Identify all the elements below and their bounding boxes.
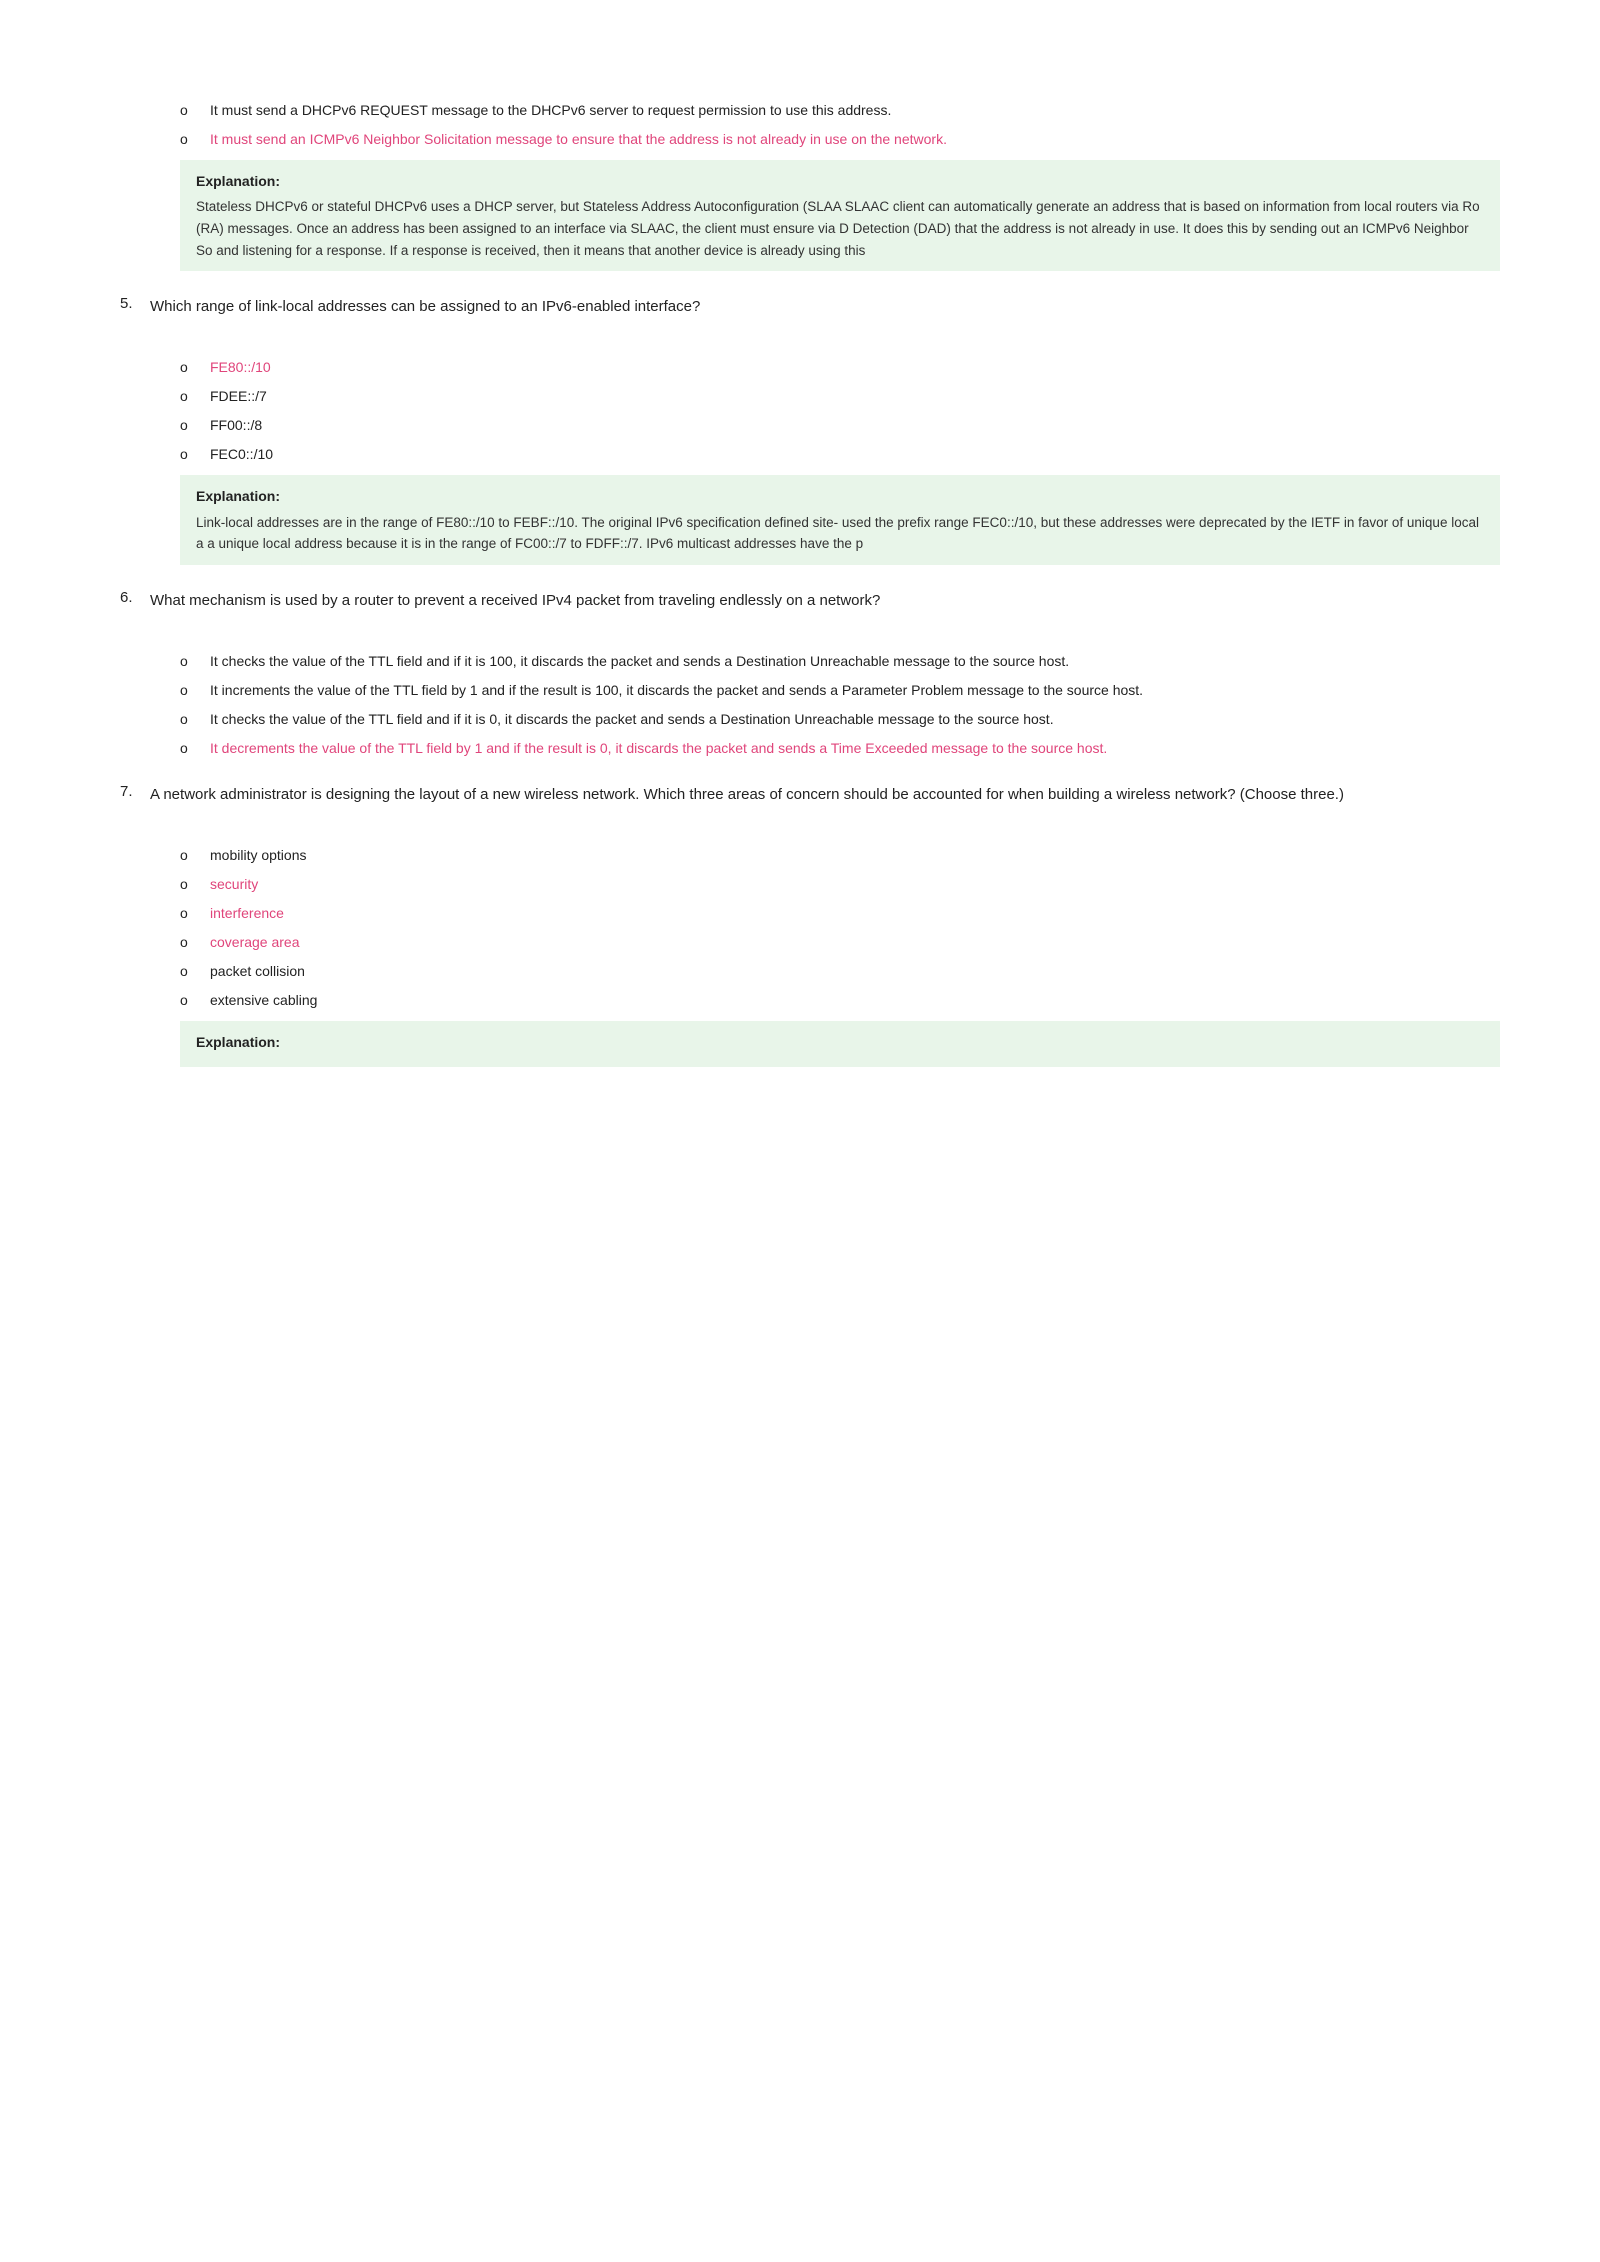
question-5-header: 5. Which range of link-local addresses c…: [120, 295, 1500, 319]
q7-marker-3: o: [180, 903, 200, 924]
q7-marker-6: o: [180, 990, 200, 1011]
question-6-header: 6. What mechanism is used by a router to…: [120, 589, 1500, 613]
q7-text-3: interference: [210, 903, 284, 924]
q6-text-3: It checks the value of the TTL field and…: [210, 709, 1054, 730]
q6-text-4: It decrements the value of the TTL field…: [210, 738, 1107, 759]
q5-marker-1: o: [180, 357, 200, 378]
question-5-bullets: o FE80::/10 o FDEE::/7 o FF00::/8 o FEC0…: [180, 357, 1500, 465]
q5-text-2: FDEE::/7: [210, 386, 267, 407]
q6-bullet-2: o It increments the value of the TTL fie…: [180, 680, 1500, 701]
q6-marker-4: o: [180, 738, 200, 759]
page-content: o It must send a DHCPv6 REQUEST message …: [100, 40, 1500, 1067]
q7-bullet-1: o mobility options: [180, 845, 1500, 866]
question-7-explanation: Explanation:: [180, 1021, 1500, 1067]
q5-bullet-3: o FF00::/8: [180, 415, 1500, 436]
question-5-explanation: Explanation: Link-local addresses are in…: [180, 475, 1500, 565]
q6-marker-1: o: [180, 651, 200, 672]
q7-text-2: security: [210, 874, 258, 895]
q6-bullet-3: o It checks the value of the TTL field a…: [180, 709, 1500, 730]
question-5-number: 5.: [120, 295, 150, 312]
q7-text-4: coverage area: [210, 932, 300, 953]
q6-marker-3: o: [180, 709, 200, 730]
intro-bullet-1-text: It must send a DHCPv6 REQUEST message to…: [210, 100, 891, 121]
q7-text-1: mobility options: [210, 845, 307, 866]
q5-text-1: FE80::/10: [210, 357, 271, 378]
bullet-marker: o: [180, 100, 200, 121]
question-7-block: 7. A network administrator is designing …: [100, 783, 1500, 1067]
q7-marker-5: o: [180, 961, 200, 982]
q7-bullet-3: o interference: [180, 903, 1500, 924]
q5-explanation-text: Link-local addresses are in the range of…: [196, 515, 1479, 552]
q5-marker-4: o: [180, 444, 200, 465]
q5-bullet-4: o FEC0::/10: [180, 444, 1500, 465]
question-7-number: 7.: [120, 783, 150, 800]
q5-text-4: FEC0::/10: [210, 444, 273, 465]
q5-explanation-label: Explanation:: [196, 485, 1484, 507]
question-5-text: Which range of link-local addresses can …: [150, 295, 700, 319]
q6-bullet-1: o It checks the value of the TTL field a…: [180, 651, 1500, 672]
q7-marker-1: o: [180, 845, 200, 866]
question-7-header: 7. A network administrator is designing …: [120, 783, 1500, 807]
q6-text-2: It increments the value of the TTL field…: [210, 680, 1143, 701]
intro-block: o It must send a DHCPv6 REQUEST message …: [100, 100, 1500, 271]
intro-explanation-label: Explanation:: [196, 170, 1484, 192]
q7-explanation-label: Explanation:: [196, 1031, 1484, 1053]
q5-bullet-2: o FDEE::/7: [180, 386, 1500, 407]
q7-text-5: packet collision: [210, 961, 305, 982]
bullet-marker-2: o: [180, 129, 200, 150]
q7-bullet-2: o security: [180, 874, 1500, 895]
question-6-number: 6.: [120, 589, 150, 606]
intro-explanation: Explanation: Stateless DHCPv6 or statefu…: [180, 160, 1500, 271]
q6-marker-2: o: [180, 680, 200, 701]
q5-bullet-1: o FE80::/10: [180, 357, 1500, 378]
question-6-bullets: o It checks the value of the TTL field a…: [180, 651, 1500, 759]
intro-bullet-2: o It must send an ICMPv6 Neighbor Solici…: [180, 129, 1500, 150]
intro-bullet-list: o It must send a DHCPv6 REQUEST message …: [180, 100, 1500, 150]
question-7-bullets: o mobility options o security o interfer…: [180, 845, 1500, 1011]
q7-text-6: extensive cabling: [210, 990, 317, 1011]
question-5-block: 5. Which range of link-local addresses c…: [100, 295, 1500, 565]
q5-marker-3: o: [180, 415, 200, 436]
q7-bullet-4: o coverage area: [180, 932, 1500, 953]
intro-bullet-1: o It must send a DHCPv6 REQUEST message …: [180, 100, 1500, 121]
q5-text-3: FF00::/8: [210, 415, 262, 436]
q5-marker-2: o: [180, 386, 200, 407]
intro-explanation-text: Stateless DHCPv6 or stateful DHCPv6 uses…: [196, 199, 1480, 257]
question-7-text: A network administrator is designing the…: [150, 783, 1344, 807]
q7-bullet-6: o extensive cabling: [180, 990, 1500, 1011]
question-6-text: What mechanism is used by a router to pr…: [150, 589, 880, 613]
question-6-block: 6. What mechanism is used by a router to…: [100, 589, 1500, 759]
q6-bullet-4: o It decrements the value of the TTL fie…: [180, 738, 1500, 759]
q7-marker-2: o: [180, 874, 200, 895]
q7-marker-4: o: [180, 932, 200, 953]
q7-bullet-5: o packet collision: [180, 961, 1500, 982]
q6-text-1: It checks the value of the TTL field and…: [210, 651, 1069, 672]
intro-bullet-2-text: It must send an ICMPv6 Neighbor Solicita…: [210, 129, 947, 150]
